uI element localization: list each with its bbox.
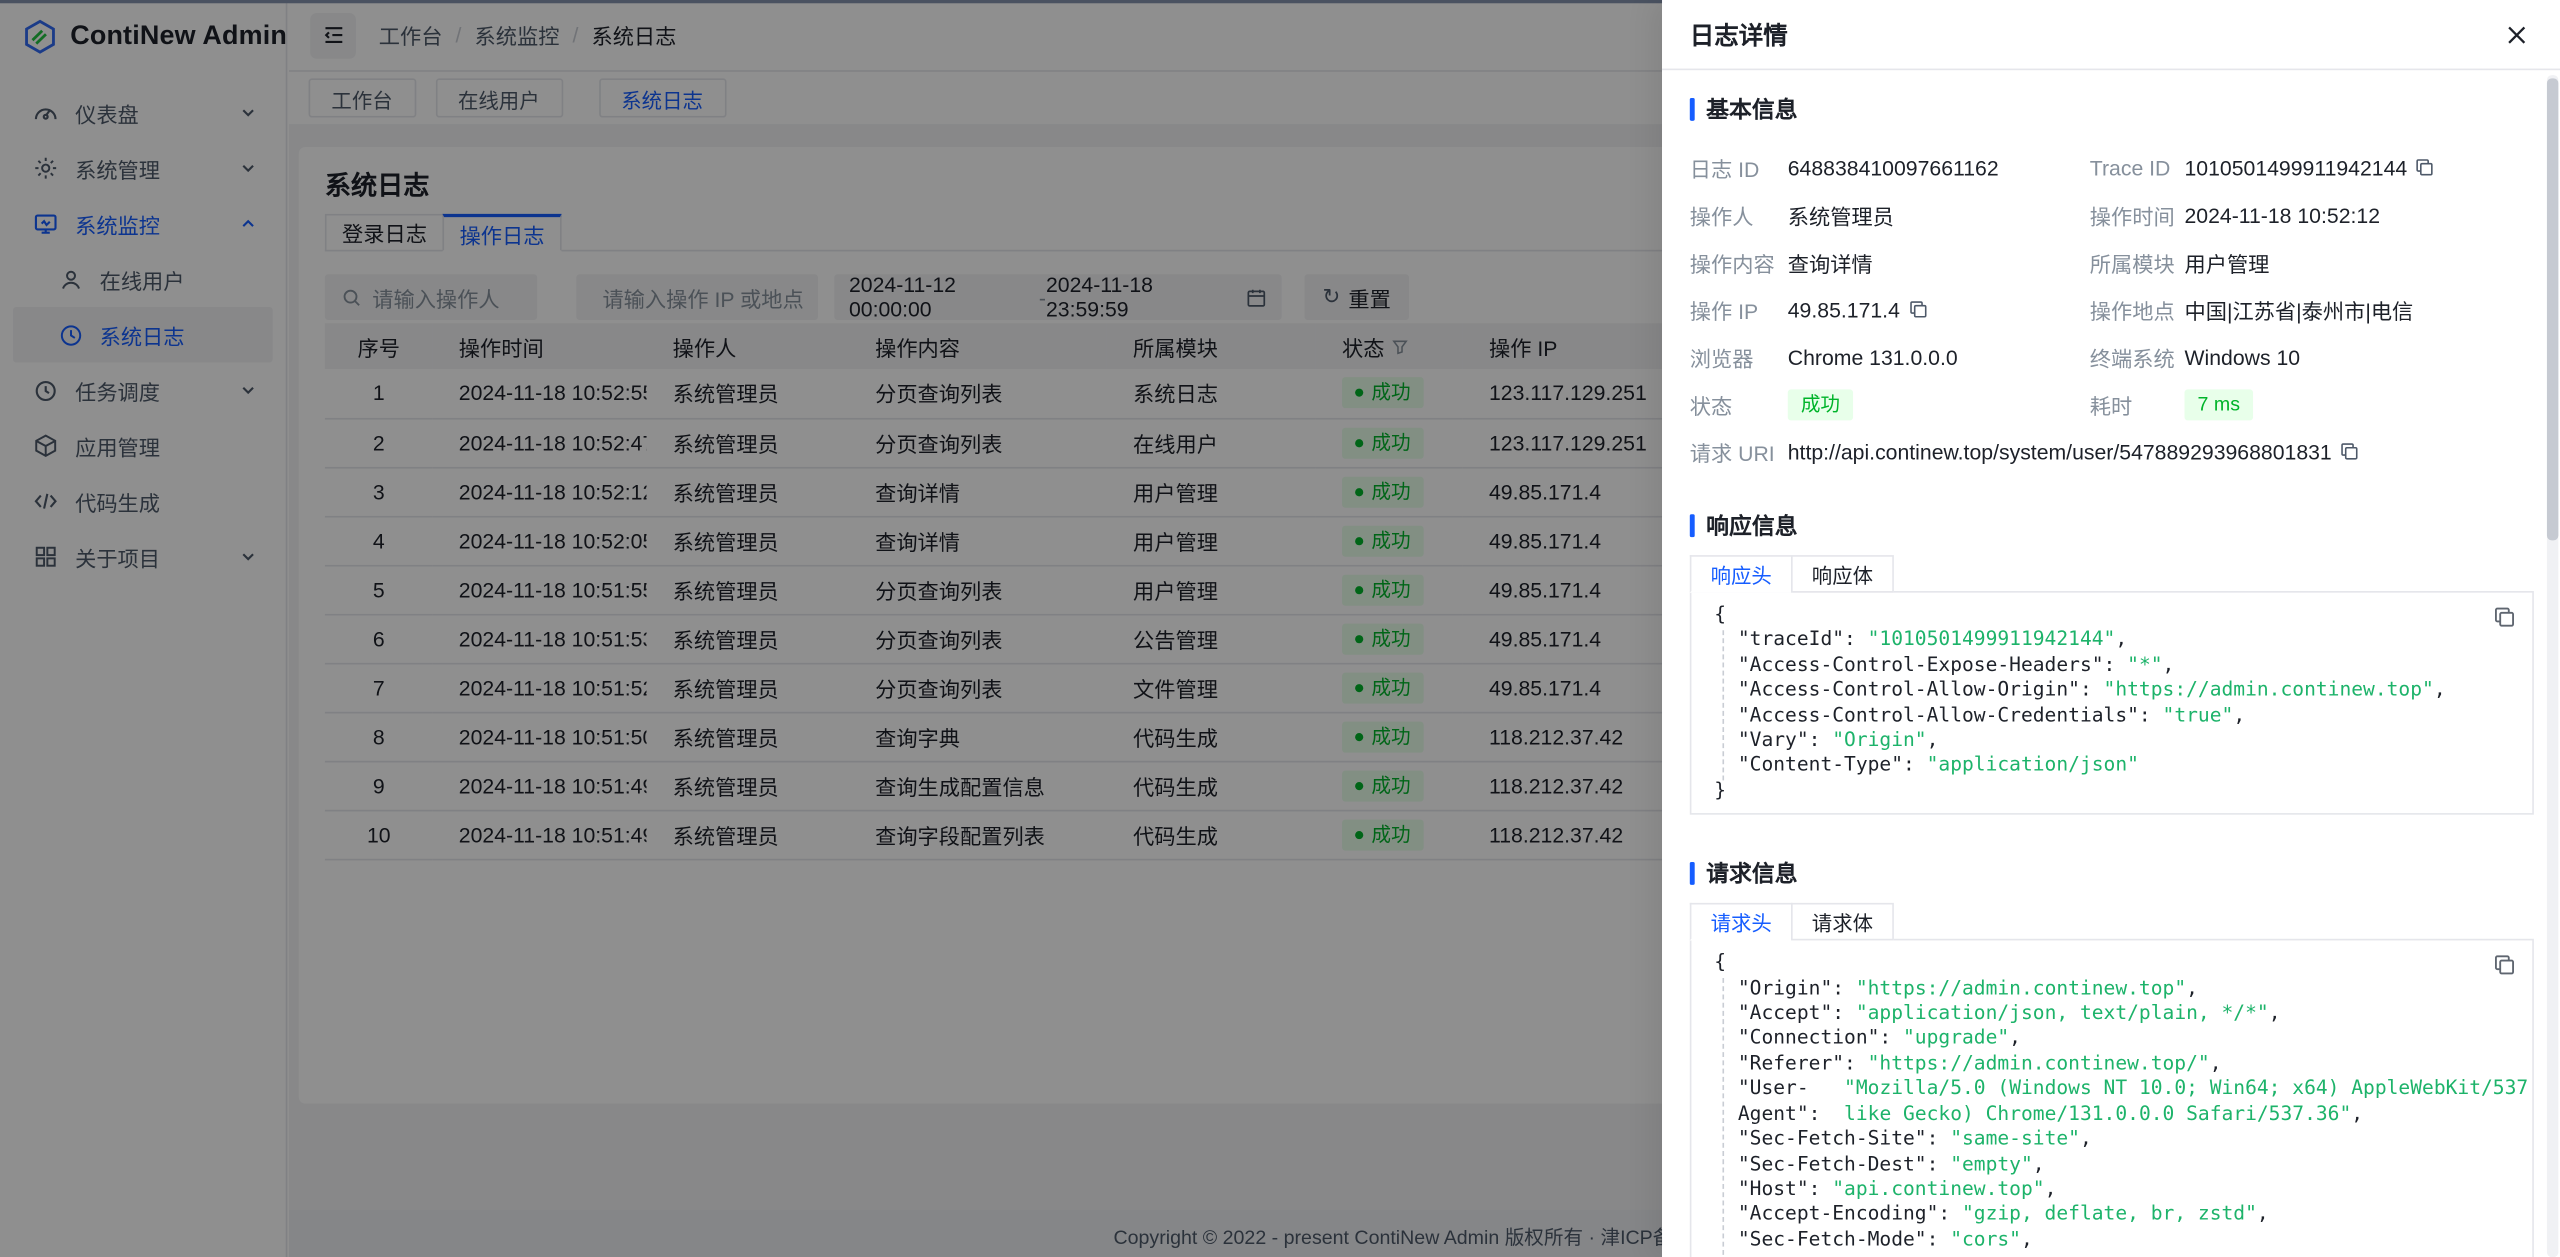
field-label: 操作地点 [2090, 294, 2185, 325]
copy-icon[interactable] [2340, 442, 2360, 462]
section-title: 基本信息 [1706, 93, 1797, 126]
drawer-overlay-mask[interactable] [0, 0, 1662, 1257]
field-label: 操作时间 [2090, 199, 2185, 230]
copy-icon[interactable] [1908, 300, 1928, 320]
request-tabs: 请求头 请求体 [1690, 903, 2534, 941]
indent-guide [1722, 630, 1724, 780]
close-icon[interactable] [2500, 18, 2533, 51]
field-value: Windows 10 [2184, 344, 2300, 368]
section-request-info: 请求信息 [1690, 859, 2534, 888]
section-title: 响应信息 [1706, 509, 1797, 542]
field-value: 中国|江苏省|泰州市|电信 [2184, 294, 2413, 325]
field-value: 成功 [1788, 389, 1853, 420]
info-row: 浏览器 Chrome 131.0.0.0 终端系统 Windows 10 [1690, 333, 2534, 380]
section-response-info: 响应信息 [1690, 511, 2534, 540]
section-title: 请求信息 [1706, 858, 1797, 891]
section-accent-bar [1690, 98, 1695, 121]
copy-icon[interactable] [2493, 954, 2516, 977]
field-value: 系统管理员 [1788, 199, 1894, 230]
drawer-body: 基本信息 日志 ID 648838410097661162 Trace ID 1… [1662, 72, 2560, 1257]
status-badge: 成功 [1788, 389, 1853, 420]
drawer-scrollbar[interactable] [2547, 75, 2558, 1257]
field-value: 2024-11-18 10:52:12 [2184, 202, 2380, 226]
field-label: 操作内容 [1690, 247, 1785, 278]
field-label: 浏览器 [1690, 341, 1785, 372]
copy-icon[interactable] [2493, 606, 2516, 629]
basic-info-grid: 日志 ID 648838410097661162 Trace ID 101050… [1690, 144, 2534, 475]
info-row: 请求 URI http://api.continew.top/system/us… [1690, 428, 2534, 475]
field-label: 请求 URI [1690, 436, 1785, 467]
tab-response-body[interactable]: 响应体 [1791, 555, 1894, 593]
field-label: 所属模块 [2090, 247, 2185, 278]
field-label: 终端系统 [2090, 341, 2185, 372]
field-label: 耗时 [2090, 389, 2185, 420]
field-value: 查询详情 [1788, 247, 1873, 278]
field-value: 7 ms [2184, 389, 2253, 420]
field-value: 49.85.171.4 [1788, 297, 1928, 321]
field-value: 1010501499911942144 [2184, 155, 2434, 179]
info-row: 操作 IP 49.85.171.4 操作地点 中国|江苏省|泰州市|电信 [1690, 286, 2534, 333]
response-headers-code: { "traceId": "1010501499911942144", "Acc… [1690, 591, 2534, 815]
tab-request-body[interactable]: 请求体 [1791, 903, 1894, 941]
field-value: Chrome 131.0.0.0 [1788, 344, 1958, 368]
tab-request-headers[interactable]: 请求头 [1690, 903, 1793, 941]
field-label: 日志 ID [1690, 152, 1785, 183]
indent-guide [1722, 978, 1724, 1257]
field-value-uri: http://api.continew.top/system/user/5478… [1788, 439, 2360, 463]
field-label: Trace ID [2090, 155, 2185, 179]
field-value: 用户管理 [2184, 247, 2269, 278]
field-value: 648838410097661162 [1788, 155, 1999, 179]
info-row: 操作人 系统管理员 操作时间 2024-11-18 10:52:12 [1690, 191, 2534, 238]
section-accent-bar [1690, 514, 1695, 537]
section-basic-info: 基本信息 [1690, 95, 2534, 124]
drawer-header: 日志详情 [1662, 0, 2560, 70]
info-row: 日志 ID 648838410097661162 Trace ID 101050… [1690, 144, 2534, 191]
response-tabs: 响应头 响应体 [1690, 555, 2534, 593]
log-detail-drawer: 日志详情 基本信息 日志 ID 648838410097661162 Trace… [1662, 0, 2560, 1257]
elapsed-badge: 7 ms [2184, 389, 2253, 420]
request-headers-code: { "Origin": "https://admin.continew.top"… [1690, 939, 2534, 1257]
scrollbar-thumb[interactable] [2547, 78, 2558, 540]
info-row: 状态 成功 耗时 7 ms [1690, 380, 2534, 427]
field-label: 操作人 [1690, 199, 1785, 230]
field-label: 状态 [1690, 389, 1785, 420]
app-root: ContiNew Admin 仪表盘 系统管理 系统监控 在线用户 [0, 0, 2560, 1257]
tab-response-headers[interactable]: 响应头 [1690, 555, 1793, 593]
field-label: 操作 IP [1690, 294, 1785, 325]
info-row: 操作内容 查询详情 所属模块 用户管理 [1690, 238, 2534, 285]
section-accent-bar [1690, 862, 1695, 885]
drawer-title: 日志详情 [1690, 17, 1788, 51]
copy-icon[interactable] [2415, 158, 2435, 178]
